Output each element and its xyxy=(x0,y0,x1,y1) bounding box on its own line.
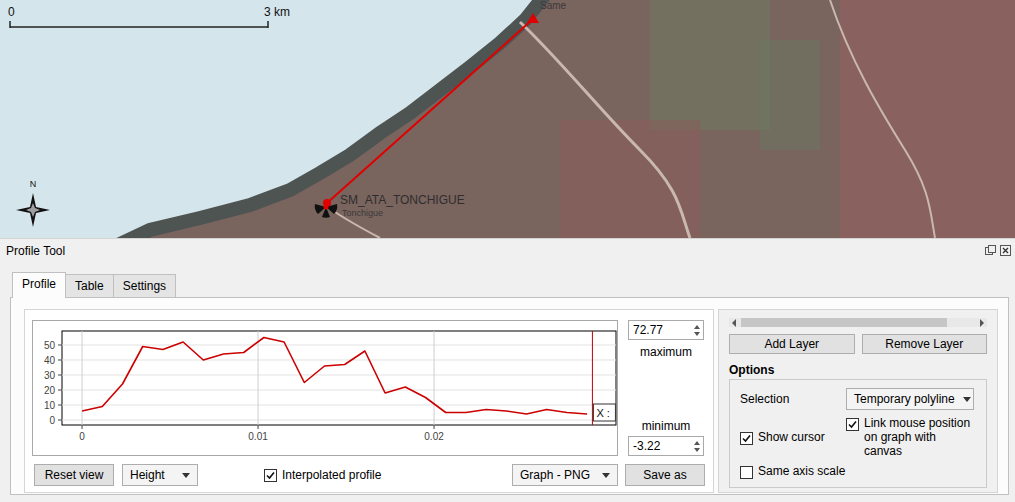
grid-line xyxy=(62,405,616,406)
tab-bar: ProfileTableSettings xyxy=(10,272,1009,297)
interpolated-checkbox[interactable]: Interpolated profile xyxy=(264,468,381,482)
save-as-button[interactable]: Save as xyxy=(625,464,705,486)
minimum-spinbox[interactable]: -3.22 xyxy=(628,436,704,456)
plot-area xyxy=(62,331,616,425)
grid-line xyxy=(62,359,616,360)
coast-band xyxy=(118,0,545,238)
check-icon xyxy=(847,419,858,430)
check-icon xyxy=(741,433,752,444)
profile-chart[interactable]: 0 10 20 30 40 50 0 0.01 0.02 X : xyxy=(32,320,618,456)
options-title: Options xyxy=(729,363,987,377)
terrain-patch xyxy=(760,40,820,150)
check-icon xyxy=(265,470,276,481)
grid-line xyxy=(62,420,616,421)
scale-end-label: 3 km xyxy=(264,5,290,19)
option-checkbox[interactable]: Link mouse position on graph with canvas xyxy=(846,417,976,458)
y-tick-label: 10 xyxy=(44,400,56,411)
y-tick-label: 20 xyxy=(44,385,56,396)
map-canvas[interactable]: Same TonchigueSM_ATA_TONCHIGUE 0 3 km N xyxy=(0,0,1015,238)
profile-line[interactable] xyxy=(327,19,533,203)
tab[interactable]: Table xyxy=(65,274,114,297)
layer-button[interactable]: Remove Layer xyxy=(862,334,988,354)
float-icon[interactable] xyxy=(985,245,996,256)
x-tick-label: 0 xyxy=(79,431,85,442)
station-label: SM_ATA_TONCHIGUE xyxy=(340,193,465,207)
option-checkbox[interactable]: Same axis scale xyxy=(740,465,976,479)
antenna-icon[interactable] xyxy=(315,204,337,218)
grid-line xyxy=(62,344,616,345)
grid-line xyxy=(62,390,616,391)
terrain-patch xyxy=(650,0,770,130)
minimum-label: minimum xyxy=(628,419,704,436)
mode-select[interactable]: Height xyxy=(122,464,198,486)
profile-tool-dock: Profile Tool ProfileTableSettings 0 10 20 3… xyxy=(0,238,1015,502)
grid-line xyxy=(62,374,616,375)
x-tick-label: 0.02 xyxy=(424,431,444,442)
place-label: Tonchigue xyxy=(342,208,383,218)
map-view[interactable]: Same TonchigueSM_ATA_TONCHIGUE 0 3 km N xyxy=(0,0,1015,238)
x-tick-label: 0.01 xyxy=(248,431,268,442)
x-tick xyxy=(82,425,83,429)
format-select[interactable]: Graph - PNG xyxy=(512,464,618,486)
x-tick xyxy=(258,425,259,429)
cursor-label-box xyxy=(593,404,615,421)
dock-title: Profile Tool xyxy=(6,244,65,258)
y-tick-label: 50 xyxy=(44,340,56,351)
qgis-window: Same TonchigueSM_ATA_TONCHIGUE 0 3 km N Prof… xyxy=(0,0,1015,502)
profile-page: 0 10 20 30 40 50 0 0.01 0.02 X : 72.77 maximum mi… xyxy=(10,297,1009,495)
y-tick xyxy=(58,390,62,391)
grid-line xyxy=(434,331,435,425)
north-arrow-icon xyxy=(16,193,50,227)
maximum-spinbox[interactable]: 72.77 xyxy=(628,320,704,340)
cursor-label: X : xyxy=(596,407,609,419)
y-tick xyxy=(58,344,62,345)
options-group: Selection Temporary polyline Show cursor… xyxy=(729,379,987,488)
chart-frame xyxy=(33,321,618,456)
y-tick-label: 0 xyxy=(49,415,55,426)
maximum-label: maximum xyxy=(628,340,704,359)
end-point-icon xyxy=(527,13,539,23)
scale-start-label: 0 xyxy=(8,5,15,19)
y-tick xyxy=(58,420,62,421)
selection-label: Selection xyxy=(740,392,846,406)
graph-group: 0 10 20 30 40 50 0 0.01 0.02 X : 72.77 maximum mi… xyxy=(24,309,714,493)
range-controls: 72.77 maximum minimum -3.22 xyxy=(628,320,704,456)
road xyxy=(520,22,690,238)
option-checkbox[interactable]: Show cursor xyxy=(740,431,846,445)
layer-button[interactable]: Add Layer xyxy=(729,334,855,354)
road xyxy=(830,0,935,238)
tab[interactable]: Settings xyxy=(113,274,176,297)
layers-pane: Add Layer Remove Layer Options Selection … xyxy=(718,309,998,493)
x-tick xyxy=(434,425,435,429)
cursor-line[interactable] xyxy=(592,331,593,425)
reset-view-button[interactable]: Reset view xyxy=(34,464,114,486)
scale-bar: 0 3 km xyxy=(8,5,290,28)
tab[interactable]: Profile xyxy=(12,272,66,298)
layer-table-scrollbar[interactable] xyxy=(729,318,987,327)
y-tick xyxy=(58,405,62,406)
place-label: Same xyxy=(540,0,567,11)
y-tick xyxy=(58,374,62,375)
y-tick-label: 40 xyxy=(44,355,56,366)
north-label: N xyxy=(30,179,37,189)
dock-titlebar[interactable]: Profile Tool xyxy=(0,239,1015,262)
selection-select[interactable]: Temporary polyline xyxy=(846,388,974,410)
y-tick-label: 30 xyxy=(44,370,56,381)
close-icon[interactable] xyxy=(1000,245,1011,256)
grid-line xyxy=(258,331,259,425)
profile-series-line xyxy=(82,338,587,415)
y-tick xyxy=(58,359,62,360)
